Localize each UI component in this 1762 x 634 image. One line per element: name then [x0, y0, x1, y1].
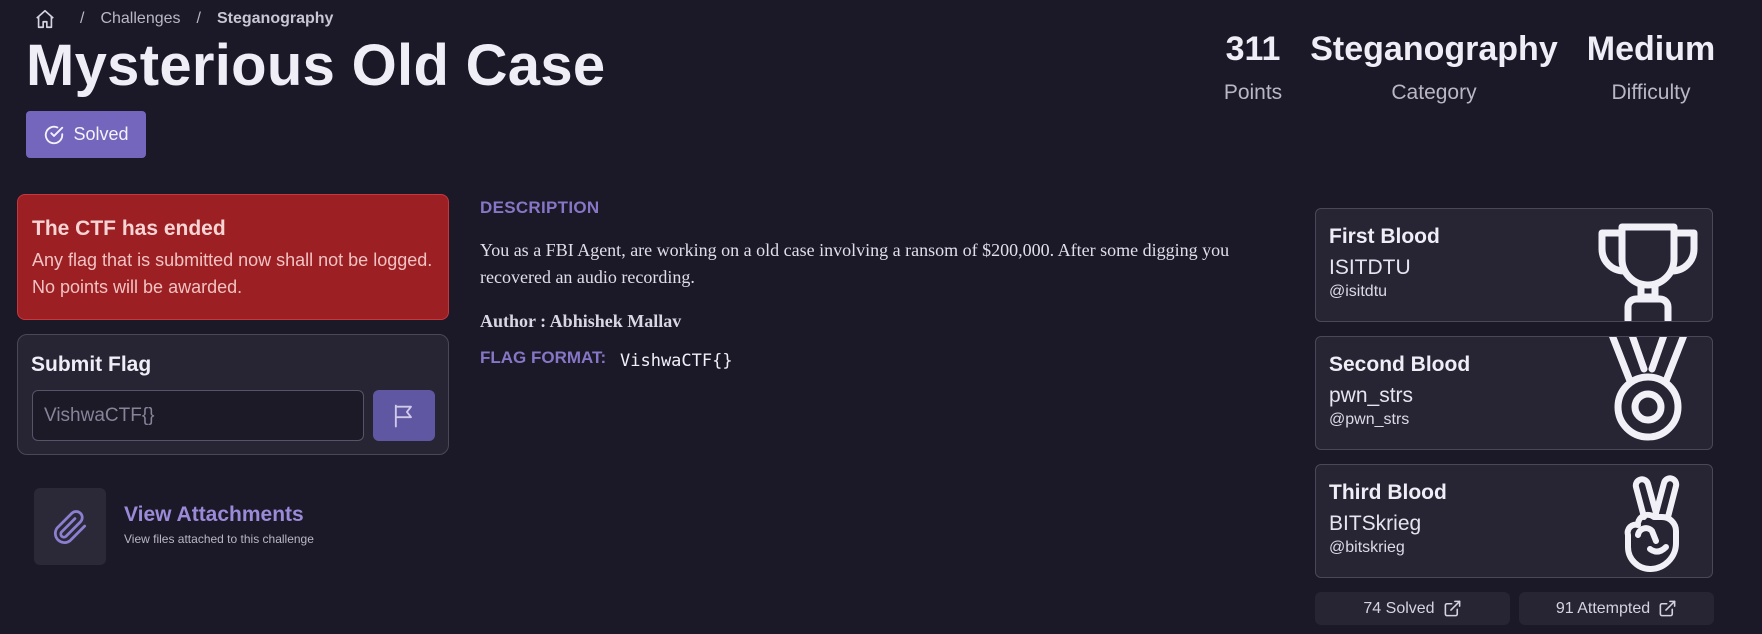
breadcrumb-separator: /	[80, 10, 85, 27]
description-author: Author : Abhishek Mallav	[480, 311, 682, 331]
breadcrumb-challenges-link[interactable]: Challenges	[100, 10, 180, 28]
third-blood-card: Third Blood BITSkrieg @bitskrieg	[1315, 464, 1713, 578]
ctf-ended-alert: The CTF has ended Any flag that is submi…	[17, 194, 449, 320]
second-blood-card: Second Blood pwn_strs @pwn_strs	[1315, 336, 1713, 450]
alert-text: Any flag that is submitted now shall not…	[32, 250, 433, 297]
alert-title: The CTF has ended	[32, 217, 226, 240]
breadcrumb: / Challenges / Steganography	[34, 8, 333, 30]
external-link-icon	[1659, 600, 1676, 617]
submit-flag-button[interactable]	[373, 390, 435, 441]
stat-points: 311 Points	[1214, 30, 1292, 105]
submit-flag-title: Submit Flag	[31, 353, 152, 376]
flag-input[interactable]	[32, 390, 364, 441]
external-link-icon	[1444, 600, 1460, 617]
attempted-count: 91 Attempted	[1555, 599, 1651, 617]
flag-format-label: FLAG FORMAT:	[480, 348, 607, 367]
difficulty-label: Difficulty	[1611, 81, 1691, 104]
medal-icon	[1609, 337, 1687, 441]
attachments-button[interactable]	[34, 488, 106, 565]
view-attachments-link[interactable]: View Attachments	[124, 503, 304, 527]
check-circle-icon	[45, 125, 64, 144]
breadcrumb-separator: /	[196, 10, 201, 27]
category-value: Steganography	[1310, 30, 1558, 68]
home-icon[interactable]	[34, 8, 56, 30]
submit-flag-card: Submit Flag	[17, 334, 449, 455]
description-heading: DESCRIPTION	[480, 198, 600, 217]
stat-category: Steganography Category	[1306, 30, 1562, 105]
points-label: Points	[1223, 81, 1283, 104]
points-value: 311	[1225, 30, 1281, 68]
attempted-count-button[interactable]: 91 Attempted	[1519, 592, 1714, 625]
attachments-subtitle: View files attached to this challenge	[124, 532, 314, 546]
trophy-icon	[1598, 223, 1698, 321]
solved-count: 74 Solved	[1363, 599, 1435, 617]
stat-difficulty: Medium Difficulty	[1580, 30, 1722, 105]
page-title: Mysterious Old Case	[26, 33, 606, 98]
category-label: Category	[1391, 81, 1477, 104]
description-text: You as a FBI Agent, are working on a old…	[480, 240, 1230, 287]
breadcrumb-current: Steganography	[216, 10, 334, 27]
first-blood-card: First Blood ISITDTU @isitdtu	[1315, 208, 1713, 322]
flag-format-value: VishwaCTF{}	[620, 351, 733, 371]
solved-count-button[interactable]: 74 Solved	[1315, 592, 1510, 625]
solved-label: Solved	[73, 124, 129, 144]
victory-hand-icon	[1624, 475, 1680, 572]
flag-icon	[394, 404, 412, 427]
solved-badge: Solved	[26, 111, 146, 158]
paperclip-icon	[54, 509, 87, 544]
difficulty-value: Medium	[1586, 30, 1716, 68]
